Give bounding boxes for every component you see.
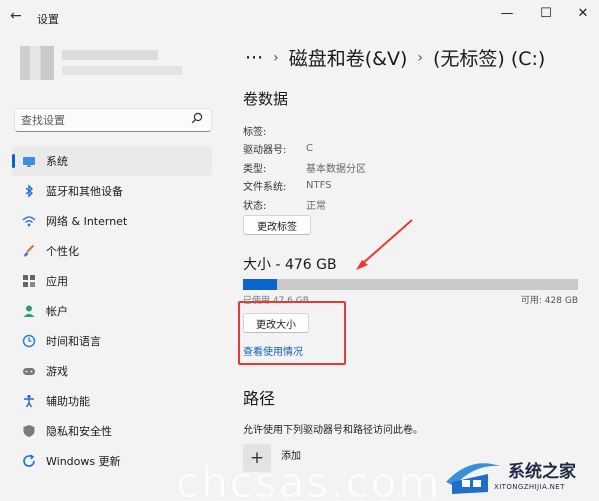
breadcrumb: ··· › 磁盘和卷(&V) › (无标签) (C:): [245, 44, 545, 71]
storage-used-fill: [243, 279, 277, 290]
property-key: 标签:: [243, 126, 267, 138]
blurred-user-name: [62, 50, 158, 60]
property-row: 类型: 基本数据分区: [243, 158, 366, 177]
chevron-right-icon: ›: [273, 49, 279, 66]
sidebar-item-accessibility[interactable]: 辅助功能: [12, 386, 212, 416]
property-row: 标签:: [243, 121, 366, 140]
storage-usage-bar: [243, 279, 578, 290]
chevron-right-icon: ›: [417, 49, 423, 66]
brush-icon: [22, 244, 36, 258]
sidebar-item-gaming[interactable]: 游戏: [12, 356, 212, 386]
watermark-logo-icon: [446, 463, 500, 494]
clock-globe-icon: [22, 334, 36, 348]
person-icon: [22, 304, 36, 318]
size-heading: 大小 - 476 GB: [243, 257, 337, 273]
watermark-en-text: XITONGZHIJIA.NET: [494, 483, 565, 491]
sidebar-item-label: 网络 & Internet: [46, 215, 128, 228]
property-row: 驱动器号: C: [243, 140, 366, 159]
property-row: 状态: 正常: [243, 195, 366, 214]
sidebar-item-label: 辅助功能: [46, 395, 90, 408]
search-icon[interactable]: [191, 112, 203, 127]
sidebar-item-label: Windows 更新: [46, 455, 121, 468]
back-arrow-icon[interactable]: ←: [10, 8, 22, 24]
page-title: (无标签) (C:): [432, 48, 546, 70]
sidebar-item-personalization[interactable]: 个性化: [12, 236, 212, 266]
sidebar-item-label: 应用: [46, 275, 68, 288]
sidebar-item-time-language[interactable]: 时间和语言: [12, 326, 212, 356]
sidebar-item-label: 帐户: [46, 305, 68, 318]
accessibility-icon: [22, 394, 36, 408]
monitor-icon: [22, 154, 36, 168]
property-key: 类型:: [243, 163, 267, 175]
sidebar-item-system[interactable]: 系统: [12, 146, 212, 176]
property-value: NTFS: [306, 180, 332, 192]
minimize-button[interactable]: —: [497, 6, 517, 21]
sidebar-item-label: 蓝牙和其他设备: [46, 185, 123, 198]
title-bar: ← 设置 — ☐ ✕: [0, 0, 599, 34]
highlight-box: [238, 301, 346, 365]
shield-icon: [22, 424, 36, 438]
sidebar-item-label: 时间和语言: [46, 335, 101, 348]
sidebar-item-network[interactable]: 网络 & Internet: [12, 206, 212, 236]
volume-data-heading: 卷数据: [243, 90, 289, 108]
volume-properties: 标签: 驱动器号: C 类型: 基本数据分区 文件系统: NTFS 状态: 正常: [243, 121, 366, 214]
property-row: 文件系统: NTFS: [243, 177, 366, 196]
annotation-arrow-icon: [356, 219, 413, 270]
search-input[interactable]: [21, 112, 181, 128]
watermark-text: chcsas.com: [176, 458, 442, 501]
wifi-icon: [22, 214, 36, 228]
sidebar-nav: 系统 蓝牙和其他设备 网络 & Internet 个性化 应用 帐户 时间和语言…: [12, 146, 212, 476]
breadcrumb-ellipsis[interactable]: ···: [245, 47, 263, 69]
sidebar-item-label: 系统: [46, 155, 68, 168]
property-value: 基本数据分区: [306, 163, 366, 175]
sidebar-item-bluetooth[interactable]: 蓝牙和其他设备: [12, 176, 212, 206]
paths-description: 允许使用下列驱动器号和路径访问此卷。: [243, 425, 423, 436]
apps-icon: [22, 274, 36, 288]
sidebar-item-label: 隐私和安全性: [46, 425, 112, 438]
blurred-user-email: [62, 66, 182, 75]
maximize-button[interactable]: ☐: [536, 6, 556, 21]
change-label-button[interactable]: 更改标签: [243, 215, 311, 235]
breadcrumb-disks-volumes[interactable]: 磁盘和卷(&V): [289, 44, 408, 71]
property-value: 正常: [306, 200, 326, 212]
watermark-cn-text: 系统之家: [508, 462, 576, 482]
free-space-label: 可用: 428 GB: [520, 296, 578, 306]
avatar[interactable]: [20, 46, 54, 80]
sidebar-item-accounts[interactable]: 帐户: [12, 296, 212, 326]
gamepad-icon: [22, 364, 36, 378]
sidebar-item-label: 个性化: [46, 245, 79, 258]
property-key: 状态:: [243, 200, 267, 212]
bluetooth-icon: [22, 184, 36, 198]
property-value: C: [306, 143, 313, 155]
update-icon: [22, 454, 36, 468]
close-button[interactable]: ✕: [573, 6, 593, 21]
search-box[interactable]: [14, 108, 212, 132]
paths-heading: 路径: [243, 389, 276, 408]
property-key: 文件系统:: [243, 182, 287, 194]
app-title: 设置: [37, 13, 59, 26]
property-key: 驱动器号:: [243, 145, 287, 157]
sidebar-item-label: 游戏: [46, 365, 68, 378]
sidebar-item-privacy[interactable]: 隐私和安全性: [12, 416, 212, 446]
sidebar-item-apps[interactable]: 应用: [12, 266, 212, 296]
